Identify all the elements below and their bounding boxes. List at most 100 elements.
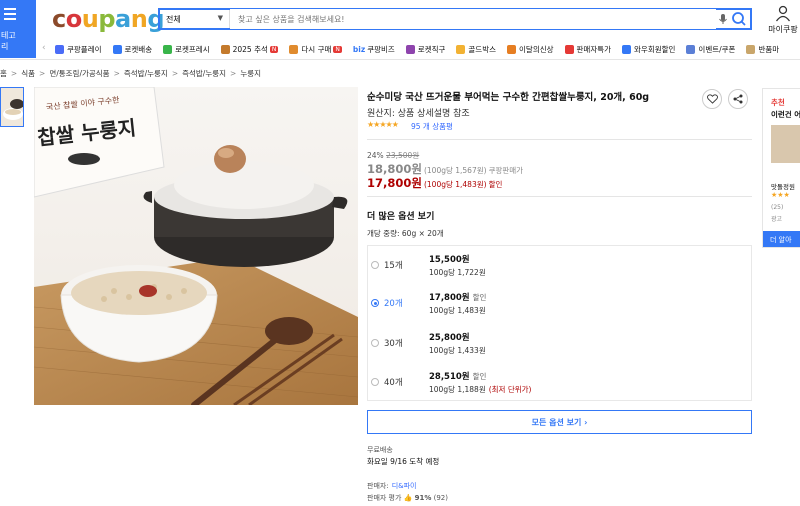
divider xyxy=(367,196,752,197)
recommendation-stars: ★★★ xyxy=(771,191,790,199)
nav-item[interactable]: 로켓프레시 xyxy=(163,44,210,55)
divider xyxy=(367,139,752,140)
breadcrumb-separator: > xyxy=(10,69,18,78)
nav-item-label: 이달의신상 xyxy=(519,44,554,54)
wishlist-button[interactable] xyxy=(702,89,722,109)
option-row[interactable]: 20개 17,800원 할인 100g당 1,483원 xyxy=(368,284,751,322)
nav-item[interactable]: 반품마 xyxy=(746,44,779,55)
rocket-icon xyxy=(112,44,122,54)
option-quantity: 30개 xyxy=(384,339,403,349)
unit-quantity: 개당 중량: 60g × 20개 xyxy=(367,229,444,238)
recommendation-name[interactable]: 맛돌정원 xyxy=(771,181,795,191)
chevron-down-icon: ▼ xyxy=(217,14,223,22)
coupang-price-unit: (100g당 1,567원) xyxy=(423,166,487,175)
nav-item[interactable]: 로켓배송 xyxy=(112,44,152,55)
option-unit-price: 100g당 1,433원 xyxy=(429,345,489,356)
search-category-select[interactable]: 전체 ▼ xyxy=(160,10,230,28)
product-title: 순수미당 국산 뜨거운물 부어먹는 구수한 간편찹쌀누룽지, 20개, 60g xyxy=(367,92,650,103)
coupang-logo[interactable]: coupang xyxy=(52,5,164,33)
option-price: 17,800원 할인 xyxy=(429,291,486,303)
goldbox-icon xyxy=(456,44,466,54)
search-input[interactable] xyxy=(230,9,716,29)
option-unit-price: 100g당 1,188원 (최저 단위가) xyxy=(429,384,531,395)
breadcrumb-link[interactable]: 홈 xyxy=(0,69,7,78)
nav-item-label: 로켓직구 xyxy=(417,44,446,54)
option-unit-price-value: 100g당 1,483원 xyxy=(429,306,486,315)
nav-item-label: 쿠팡플레이 xyxy=(67,44,102,54)
nav-item[interactable]: biz 쿠팡비즈 xyxy=(353,44,395,55)
recommendation-image[interactable] xyxy=(771,125,800,163)
seller-rating-label: 판매자 평가 xyxy=(367,494,402,502)
nav-item[interactable]: 2025 추석 N xyxy=(220,44,279,55)
nav-item-label: 로켓프레시 xyxy=(175,44,210,54)
new-products-icon xyxy=(507,44,517,54)
rating-stars[interactable]: ★★★★★ xyxy=(367,120,399,129)
option-radio[interactable] xyxy=(371,339,379,347)
sale-price-note: 할인 xyxy=(488,180,503,189)
breadcrumb-link[interactable]: 식품 xyxy=(21,69,35,78)
nav-item[interactable]: 와우회원할인 xyxy=(622,44,675,55)
rebuy-icon xyxy=(289,44,299,54)
sale-price: 17,800원 (100g당 1,483원) 할인 xyxy=(367,175,502,191)
option-quantity: 40개 xyxy=(384,378,403,388)
search-category-value: 전체 xyxy=(166,14,181,24)
nav-item-label: 판매자특가 xyxy=(576,44,612,54)
nav-item[interactable]: 이벤트/쿠폰 xyxy=(686,44,735,55)
category-menu-label: 테고 리 xyxy=(1,31,16,51)
wow-icon xyxy=(622,44,632,54)
nav-item[interactable]: 다시 구매 N xyxy=(289,44,342,55)
option-price-value: 17,800원 xyxy=(429,293,470,303)
breadcrumb-link[interactable]: 누룽지 xyxy=(240,69,261,78)
return-icon xyxy=(746,44,756,54)
option-radio[interactable] xyxy=(371,378,379,386)
option-row[interactable]: 30개 25,800원 100g당 1,433원 xyxy=(368,324,751,362)
seller-name-link[interactable]: 디&파이 xyxy=(392,482,417,490)
option-unit-price-value: 100g당 1,188원 xyxy=(429,385,486,394)
option-price: 28,510원 할인 xyxy=(429,370,486,382)
product-origin: 원산지: 상품 상세설명 참조 xyxy=(367,109,470,119)
nav-prev-arrow[interactable]: ‹ xyxy=(42,43,46,53)
discount-rate: 24% xyxy=(367,151,384,160)
nav-item[interactable]: 판매자특가 xyxy=(564,44,612,55)
nav-item[interactable]: 쿠팡플레이 xyxy=(55,44,102,55)
breadcrumb-link[interactable]: 즉석밥/누룽지 xyxy=(182,69,226,78)
all-options-button[interactable]: 모든 옵션 보기 › xyxy=(367,410,752,434)
nav-item-label: 2025 추석 xyxy=(232,44,268,54)
option-radio[interactable] xyxy=(371,261,379,269)
more-options-heading: 더 많은 옵션 보기 xyxy=(367,212,435,222)
seller-rating-count: (92) xyxy=(433,494,448,502)
category-menu-button[interactable]: 테고 리 xyxy=(0,0,36,58)
breadcrumb-link[interactable]: 면/통조림/가공식품 xyxy=(49,69,109,78)
product-thumbnail[interactable] xyxy=(0,87,24,127)
sale-price-value: 17,800원 xyxy=(367,176,422,190)
play-icon xyxy=(55,44,64,54)
breadcrumb-link[interactable]: 즉석밥/누룽지 xyxy=(124,69,168,78)
option-tag: 할인 xyxy=(472,293,487,302)
search-icon[interactable] xyxy=(730,10,748,28)
option-unit-price: 100g당 1,722원 xyxy=(429,267,489,278)
nav-item-label: 쿠팡비즈 xyxy=(367,44,395,54)
nav-item[interactable]: 골드박스 xyxy=(456,44,496,55)
nav-item[interactable]: 로켓직구 xyxy=(405,44,446,55)
option-radio[interactable] xyxy=(371,299,379,307)
share-button[interactable] xyxy=(728,89,748,109)
seller-rating: 판매자 평가 👍 91% (92) xyxy=(367,493,448,503)
option-price-value: 15,500원 xyxy=(429,255,470,265)
option-row[interactable]: 15개 15,500원 100g당 1,722원 xyxy=(368,246,751,284)
review-count-link[interactable]: 95 개 상품평 xyxy=(411,121,453,132)
recommendation-more-button[interactable]: 더 알아 xyxy=(763,231,800,247)
recommendation-review-count: (25) xyxy=(771,204,784,211)
global-icon xyxy=(405,44,415,54)
sale-price-unit: (100g당 1,483원) xyxy=(423,180,487,189)
option-price: 25,800원 xyxy=(429,331,473,343)
my-coupang-link[interactable]: 마이쿠팡 xyxy=(766,4,800,35)
option-unit-price-value: 100g당 1,722원 xyxy=(429,268,486,277)
microphone-icon[interactable] xyxy=(716,12,730,26)
nav-item-label: 골드박스 xyxy=(468,44,497,54)
nav-item[interactable]: 이달의신상 xyxy=(507,44,554,55)
breadcrumb-separator: > xyxy=(230,69,237,78)
option-unit-price: 100g당 1,483원 xyxy=(429,305,489,316)
rocket-fresh-icon xyxy=(163,44,173,54)
product-main-image: 국산 찹쌀 이야 구수한 찹쌀 누룽지 xyxy=(34,87,358,405)
option-row[interactable]: 40개 28,510원 할인 100g당 1,188원 (최저 단위가) xyxy=(368,363,751,401)
